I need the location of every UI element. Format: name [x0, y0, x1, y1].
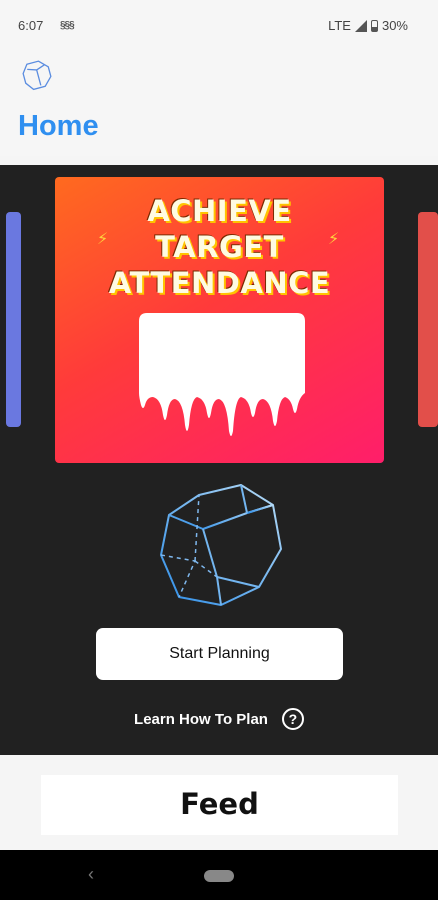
home-pill-icon[interactable]: [204, 870, 234, 882]
chevron-left-icon[interactable]: ‹: [88, 864, 94, 885]
battery-icon: [370, 19, 378, 32]
start-planning-button[interactable]: Start Planning: [96, 628, 343, 680]
lightning-icon: ⚡: [97, 231, 109, 248]
banner-title-line-3: ATTENDANCE: [108, 266, 331, 300]
paint-drip-icon: [139, 313, 305, 436]
banner-achieve-target-attendance[interactable]: ACHIEVE TARGET ATTENDANCE ⚡ ⚡: [55, 177, 384, 463]
carousel-card-previous[interactable]: [6, 212, 21, 427]
banner-title-line-1: ACHIEVE: [147, 194, 292, 228]
notification-icon: §§§: [60, 20, 75, 31]
question-circle-icon[interactable]: ?: [281, 708, 304, 730]
status-right: LTE 30%: [328, 18, 408, 33]
battery-percent: 30%: [381, 18, 408, 33]
network-type: LTE: [328, 18, 351, 33]
learn-how-to-plan-label: Learn How To Plan: [134, 710, 268, 728]
feed-card: Feed: [41, 775, 398, 835]
octagon-graphic-icon: [160, 484, 282, 606]
signal-icon: [354, 19, 367, 32]
learn-how-to-plan-link[interactable]: Learn How To Plan ?: [0, 708, 438, 730]
status-bar: 6:07 §§§ LTE 30%: [0, 0, 438, 52]
app-header: Home: [0, 52, 438, 156]
page-title: Home: [18, 110, 99, 142]
feed-title: Feed: [180, 787, 259, 821]
hero-section: ACHIEVE TARGET ATTENDANCE ⚡ ⚡ Start Plan…: [0, 165, 438, 755]
lightning-icon: ⚡: [328, 231, 340, 248]
system-nav-bar: ‹: [0, 850, 438, 900]
status-time: 6:07: [18, 18, 44, 33]
carousel-card-next[interactable]: [418, 212, 438, 427]
octagon-logo-icon[interactable]: [20, 58, 56, 94]
